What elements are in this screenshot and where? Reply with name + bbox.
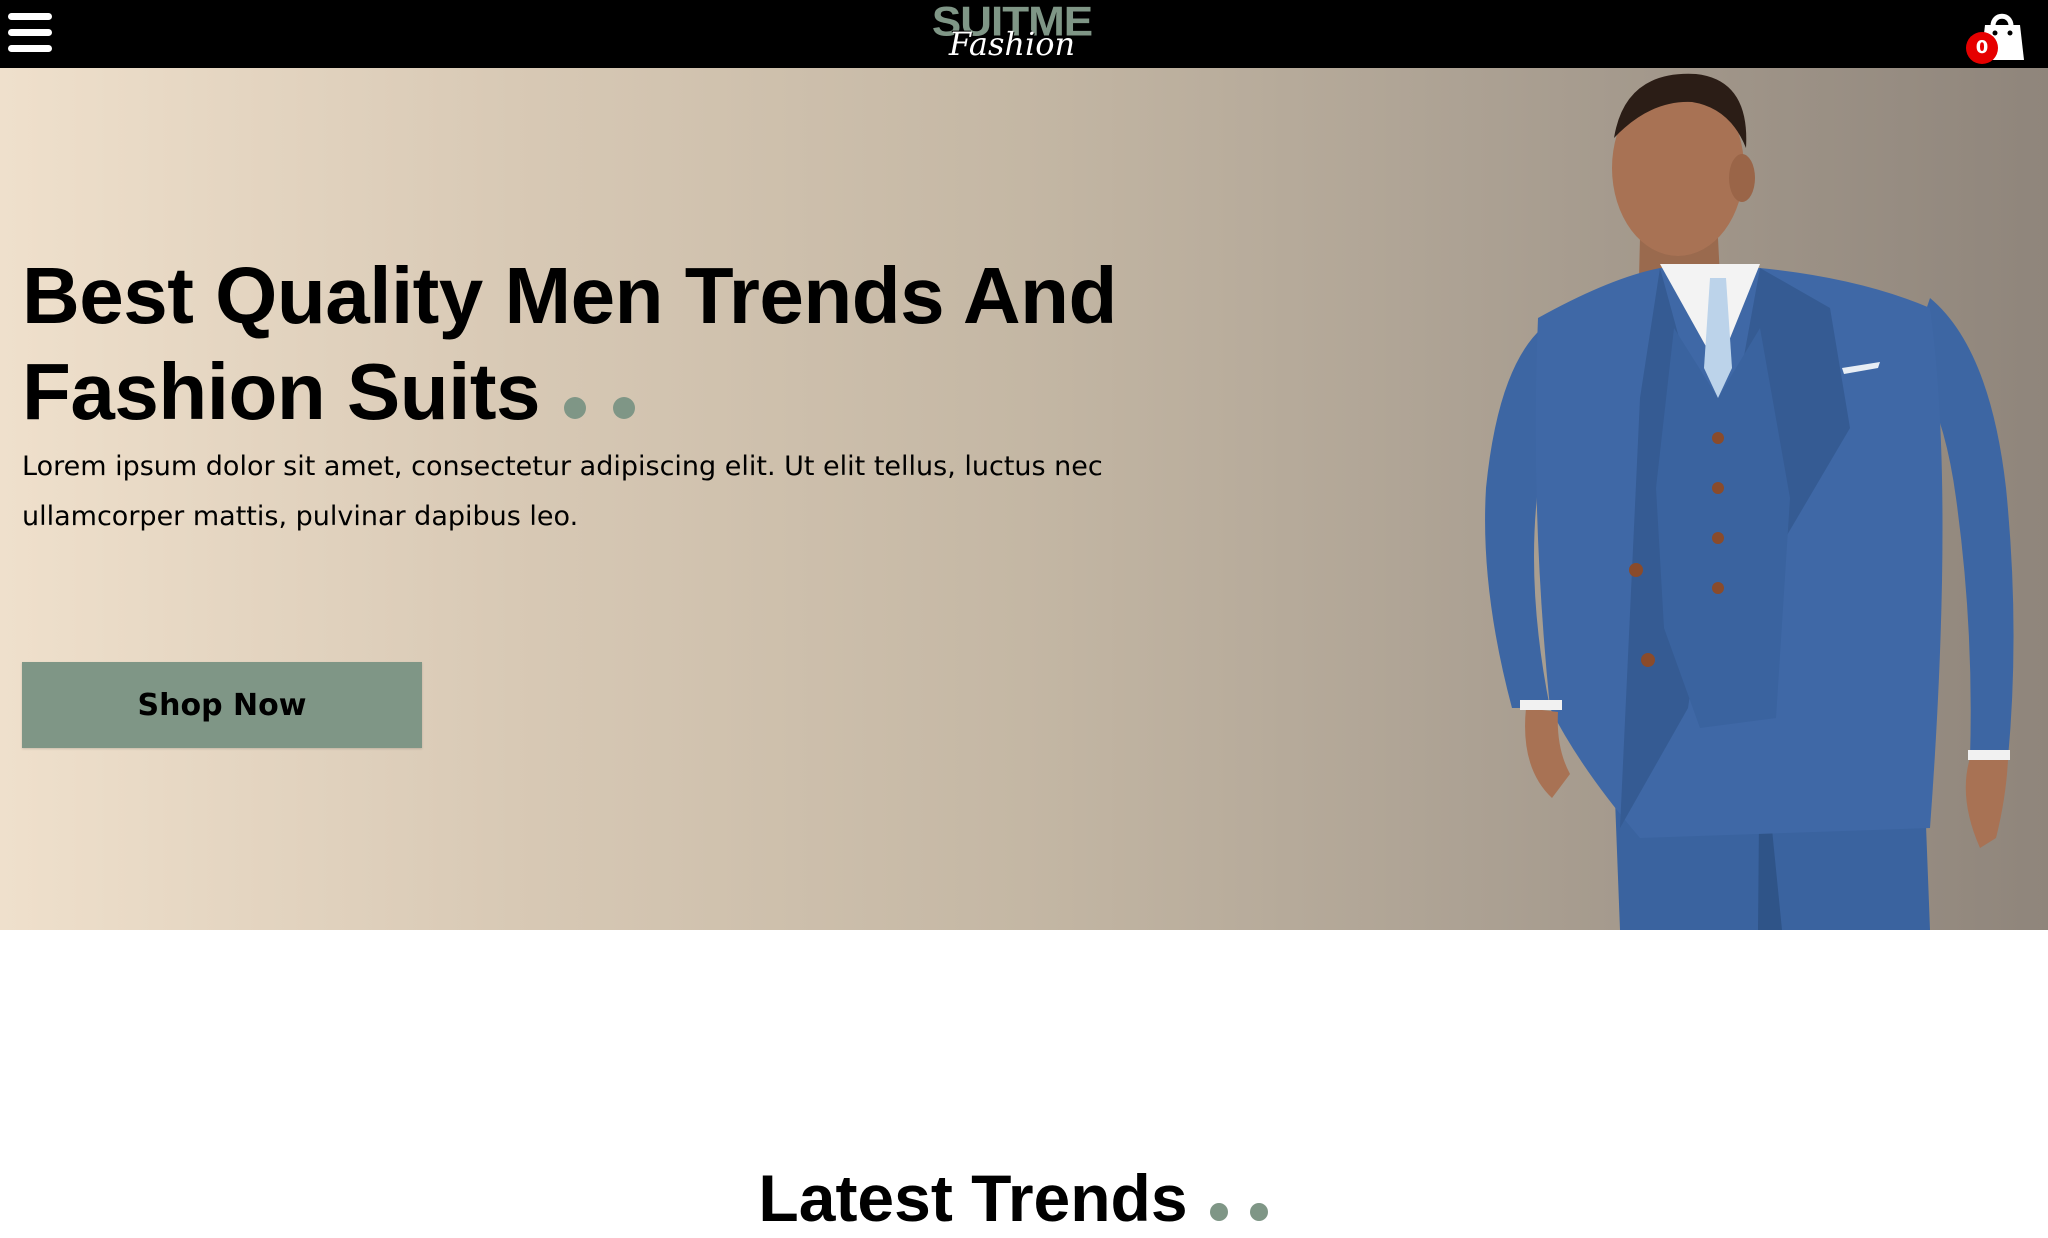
hero-heading: Best Quality Men Trends And Fashion Suit… xyxy=(22,248,1382,440)
cart-button[interactable]: 0 xyxy=(1966,6,2028,64)
hero-description: Lorem ipsum dolor sit amet, consectetur … xyxy=(22,451,1103,532)
site-header: SUITME Fashion 0 xyxy=(0,0,2048,68)
decorative-dots xyxy=(1209,1158,1290,1238)
dot xyxy=(613,397,635,419)
hero-banner: Best Quality Men Trends And Fashion Suit… xyxy=(0,68,2048,930)
decorative-dots xyxy=(564,344,662,440)
cart-count-badge: 0 xyxy=(1966,32,1998,64)
dot xyxy=(1209,1203,1228,1221)
hamburger-menu-icon[interactable] xyxy=(6,10,54,56)
dot xyxy=(1249,1203,1268,1221)
menu-line xyxy=(8,45,52,52)
logo-script: Fashion xyxy=(948,25,1076,63)
menu-line xyxy=(8,13,52,20)
menu-line xyxy=(8,29,52,36)
section-heading: Latest Trends xyxy=(0,1158,2048,1238)
model-in-blue-suit-image xyxy=(1485,73,2014,930)
site-logo[interactable]: SUITME Fashion xyxy=(908,0,1116,66)
dot xyxy=(564,397,586,419)
section-title-text: Latest Trends xyxy=(758,1161,1188,1235)
shop-now-button[interactable]: Shop Now xyxy=(22,662,422,748)
